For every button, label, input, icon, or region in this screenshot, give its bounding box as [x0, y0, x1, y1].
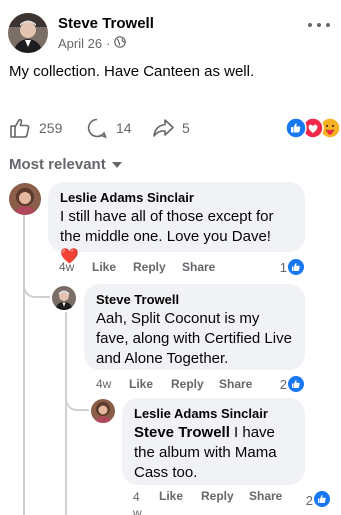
- share-button[interactable]: Share: [219, 377, 252, 391]
- share-button[interactable]: Share: [249, 489, 282, 503]
- thread-connector-reply1: [23, 280, 50, 298]
- reaction-count: 1: [279, 259, 287, 275]
- like-reaction-icon: [287, 258, 305, 276]
- reply-button[interactable]: Reply: [201, 489, 249, 503]
- more-horizontal-icon[interactable]: [308, 20, 330, 30]
- share-button[interactable]: Share: [182, 260, 215, 274]
- author-avatar[interactable]: [8, 13, 48, 53]
- comment-bubble: Steve Trowell Aah, Split Coconut is my f…: [84, 284, 305, 370]
- thread-line-main: [23, 215, 25, 515]
- post-date[interactable]: April 26: [58, 36, 102, 51]
- comment-time[interactable]: 4w: [96, 377, 129, 391]
- globe-icon: [114, 36, 127, 51]
- like-outline-icon: [10, 118, 30, 138]
- reaction-count: 2: [279, 376, 287, 392]
- commenter-avatar[interactable]: [9, 183, 41, 215]
- reply-button[interactable]: Reply: [171, 377, 219, 391]
- comment-actions: 4w Like Reply Share 1: [59, 258, 305, 276]
- comment-time[interactable]: 4w: [59, 260, 92, 274]
- like-button[interactable]: Like: [159, 489, 201, 503]
- comment-outline-icon: [87, 118, 107, 139]
- like-button[interactable]: Like: [129, 377, 171, 391]
- post-meta: April 26 ·: [58, 36, 127, 51]
- sort-label: Most relevant: [9, 156, 106, 173]
- like-reaction-icon: [313, 490, 331, 508]
- caret-down-icon: [111, 161, 122, 168]
- commenter-avatar[interactable]: [52, 286, 76, 310]
- comment-actions: 4w Like Reply Share 2: [96, 375, 305, 393]
- meta-separator: ·: [106, 36, 111, 51]
- reaction-summary[interactable]: [285, 117, 341, 139]
- comment-text: Steve Trowell I have the album with Mama…: [134, 424, 277, 481]
- commenter-avatar[interactable]: [91, 399, 115, 423]
- comment-bubble: Leslie Adams Sinclair Steve Trowell I ha…: [122, 398, 305, 485]
- comment-count: 14: [116, 120, 132, 136]
- comment-mention[interactable]: Steve Trowell: [134, 424, 230, 441]
- comment-author[interactable]: Leslie Adams Sinclair: [60, 190, 293, 205]
- share-stat[interactable]: 5: [152, 117, 190, 139]
- like-count: 259: [39, 120, 63, 136]
- thread-connector-reply2: [65, 393, 89, 411]
- reply-button[interactable]: Reply: [133, 260, 182, 274]
- comment-author[interactable]: Steve Trowell: [96, 292, 293, 307]
- thread-line-reply: [65, 312, 67, 515]
- comment-stat[interactable]: 14: [86, 117, 132, 139]
- sort-dropdown[interactable]: Most relevant: [9, 156, 122, 173]
- post-author-name[interactable]: Steve Trowell: [58, 15, 154, 32]
- like-reaction-icon: [287, 375, 305, 393]
- comment-time[interactable]: 4 w: [133, 489, 159, 515]
- like-stat[interactable]: 259: [9, 117, 62, 139]
- like-button[interactable]: Like: [92, 260, 133, 274]
- comment-text: Aah, Split Coconut is my fave, along wit…: [96, 310, 292, 367]
- comment-author[interactable]: Leslie Adams Sinclair: [134, 406, 293, 421]
- share-count: 5: [182, 120, 190, 136]
- comment-bubble: Leslie Adams Sinclair I still have all o…: [48, 182, 305, 265]
- share-outline-icon: [153, 119, 174, 137]
- comment-actions: 4 w Like Reply Share 2: [133, 489, 331, 515]
- post-text: My collection. Have Canteen as well.: [9, 63, 255, 80]
- like-reaction-icon: [285, 117, 307, 144]
- reaction-count: 2: [305, 493, 313, 508]
